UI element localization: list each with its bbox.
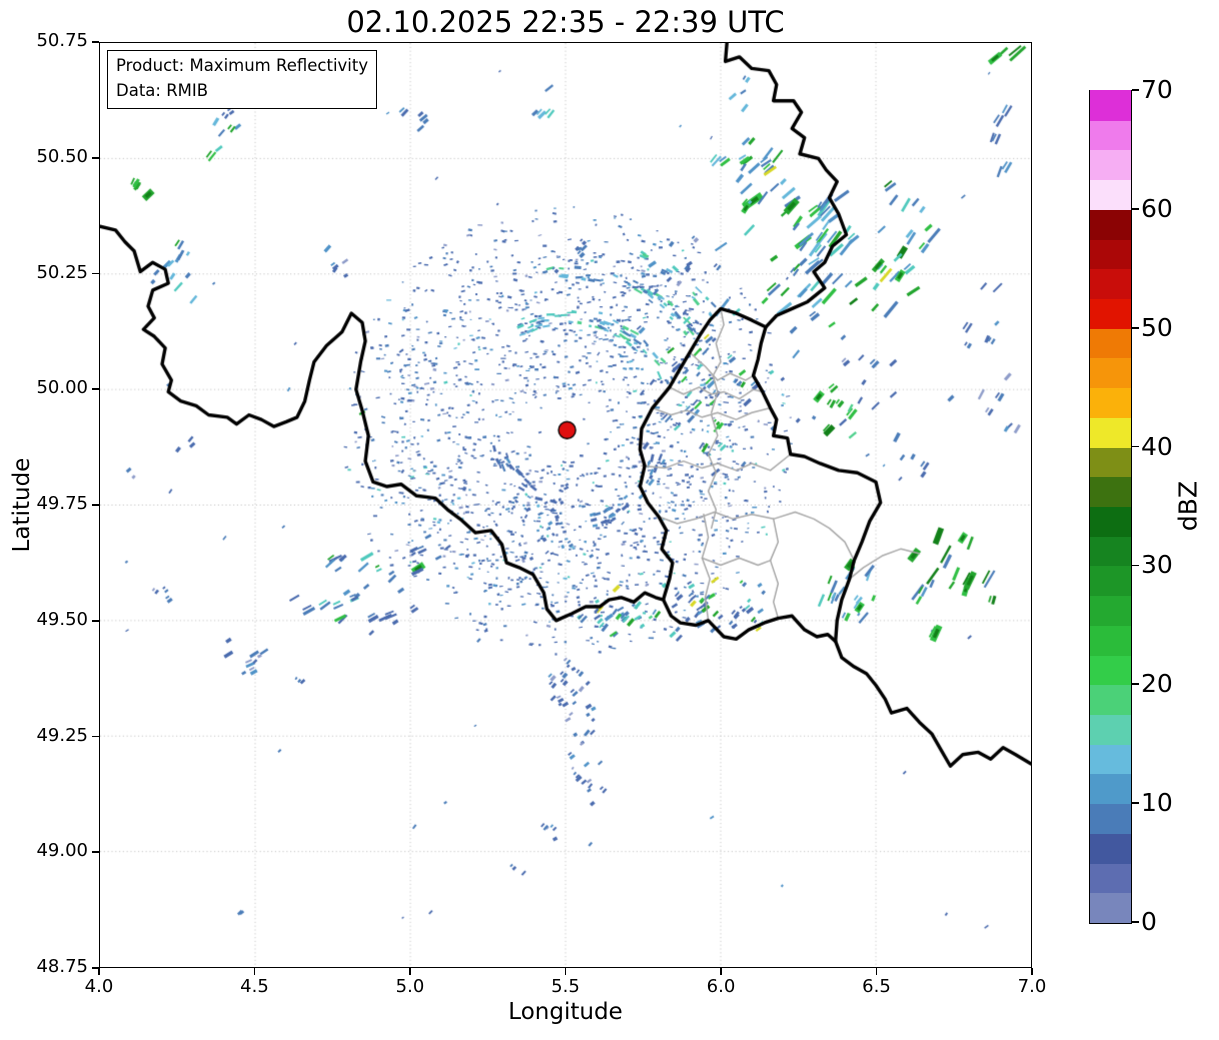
- y-tick-mark: [92, 504, 99, 506]
- colorbar-band: [1090, 655, 1131, 685]
- x-tick-mark: [254, 968, 256, 975]
- colorbar-band: [1090, 358, 1131, 388]
- y-tick-mark: [92, 736, 99, 738]
- y-tick-mark: [92, 388, 99, 390]
- colorbar-tick-mark: [1132, 565, 1139, 567]
- colorbar-band: [1090, 209, 1131, 239]
- colorbar-tick-label: 10: [1141, 790, 1173, 816]
- colorbar-band: [1090, 625, 1131, 655]
- y-tick-label: 48.75: [16, 956, 88, 977]
- x-tick-label: 7.0: [997, 976, 1067, 997]
- colorbar-band: [1090, 566, 1131, 596]
- colorbar-band: [1090, 150, 1131, 180]
- annotation-product-line: Product: Maximum Reflectivity: [116, 54, 368, 79]
- colorbar-tick-mark: [1132, 446, 1139, 448]
- colorbar-tick-label: 40: [1141, 434, 1173, 460]
- colorbar-band: [1090, 447, 1131, 477]
- colorbar-band: [1090, 269, 1131, 299]
- y-tick-mark: [92, 41, 99, 43]
- colorbar-band: [1090, 388, 1131, 418]
- x-tick-mark: [565, 968, 567, 975]
- colorbar-tick-mark: [1132, 327, 1139, 329]
- y-tick-mark: [92, 967, 99, 969]
- colorbar-tick-label: 20: [1141, 671, 1173, 697]
- y-tick-label: 49.50: [16, 609, 88, 630]
- colorbar-band: [1090, 744, 1131, 774]
- colorbar-band: [1090, 506, 1131, 536]
- x-tick-mark: [409, 968, 411, 975]
- y-tick-label: 49.00: [16, 840, 88, 861]
- x-tick-mark: [876, 968, 878, 975]
- colorbar-band: [1090, 804, 1131, 834]
- colorbar-band: [1090, 90, 1131, 120]
- colorbar-tick-label: 50: [1141, 315, 1173, 341]
- colorbar-band: [1090, 596, 1131, 626]
- x-tick-label: 4.0: [64, 976, 134, 997]
- y-tick-label: 50.00: [16, 377, 88, 398]
- colorbar-band: [1090, 298, 1131, 328]
- colorbar-band: [1090, 120, 1131, 150]
- plot-area: [99, 42, 1032, 968]
- colorbar-band: [1090, 417, 1131, 447]
- x-tick-label: 6.0: [686, 976, 756, 997]
- colorbar-tick-mark: [1132, 89, 1139, 91]
- y-tick-mark: [92, 851, 99, 853]
- product-annotation-box: Product: Maximum Reflectivity Data: RMIB: [107, 50, 377, 109]
- x-tick-label: 6.5: [842, 976, 912, 997]
- colorbar-tick-mark: [1132, 802, 1139, 804]
- colorbar-band: [1090, 893, 1131, 923]
- colorbar-band: [1090, 536, 1131, 566]
- colorbar-label: dBZ: [1174, 481, 1203, 531]
- colorbar-band: [1090, 685, 1131, 715]
- x-tick-label: 5.0: [375, 976, 445, 997]
- colorbar-band: [1090, 714, 1131, 744]
- colorbar-tick-mark: [1132, 208, 1139, 210]
- colorbar-band: [1090, 180, 1131, 210]
- radar-map-canvas: [100, 43, 1031, 967]
- colorbar-tick-label: 0: [1141, 909, 1157, 935]
- colorbar: [1089, 90, 1132, 924]
- y-tick-label: 50.50: [16, 146, 88, 167]
- annotation-data-line: Data: RMIB: [116, 79, 368, 104]
- colorbar-band: [1090, 774, 1131, 804]
- x-tick-mark: [1031, 968, 1033, 975]
- colorbar-band: [1090, 239, 1131, 269]
- figure-root: 02.10.2025 22:35 - 22:39 UTC Product: Ma…: [0, 0, 1219, 1040]
- x-tick-mark: [98, 968, 100, 975]
- x-axis-label: Longitude: [99, 999, 1032, 1025]
- y-tick-label: 50.75: [16, 30, 88, 51]
- colorbar-tick-label: 30: [1141, 552, 1173, 578]
- x-tick-mark: [720, 968, 722, 975]
- y-tick-mark: [92, 157, 99, 159]
- x-tick-label: 4.5: [220, 976, 290, 997]
- y-tick-label: 50.25: [16, 262, 88, 283]
- page-title: 02.10.2025 22:35 - 22:39 UTC: [99, 5, 1032, 39]
- y-tick-mark: [92, 273, 99, 275]
- y-tick-label: 49.75: [16, 493, 88, 514]
- colorbar-tick-label: 60: [1141, 196, 1173, 222]
- colorbar-tick-label: 70: [1141, 77, 1173, 103]
- colorbar-band: [1090, 477, 1131, 507]
- colorbar-band: [1090, 833, 1131, 863]
- colorbar-tick-mark: [1132, 683, 1139, 685]
- y-tick-label: 49.25: [16, 725, 88, 746]
- colorbar-tick-mark: [1132, 921, 1139, 923]
- colorbar-band: [1090, 328, 1131, 358]
- x-tick-label: 5.5: [531, 976, 601, 997]
- colorbar-band: [1090, 863, 1131, 893]
- y-tick-mark: [92, 620, 99, 622]
